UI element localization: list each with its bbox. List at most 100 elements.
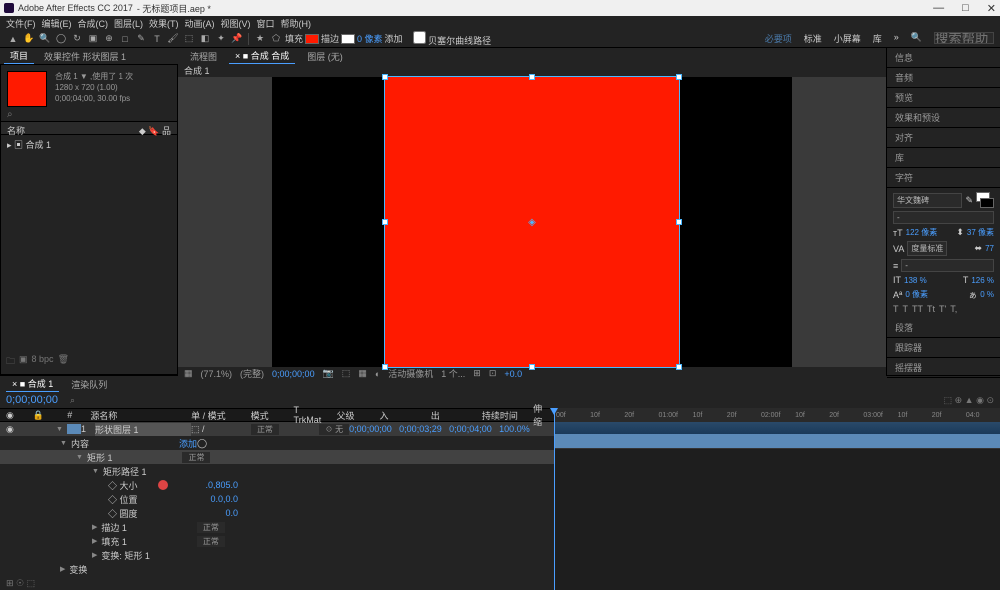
layer-parent[interactable]: ☉ 无 (319, 424, 349, 435)
trash-icon[interactable]: 🗑 (58, 354, 69, 370)
time-ruler[interactable]: 00f10f 20f01:00f 10f20f 02:00f10f 20f03:… (554, 408, 1000, 422)
tab-project[interactable]: 项目 (4, 48, 34, 64)
search-layers-icon[interactable]: ⌕ (70, 395, 75, 406)
col-source[interactable]: 源名称 (90, 409, 181, 422)
text-stroke-swatch[interactable] (980, 198, 994, 208)
new-folder-icon[interactable]: ▣ (19, 354, 28, 370)
all-caps[interactable]: TT (912, 304, 923, 314)
panel-tracker[interactable]: 跟踪器 (887, 338, 1000, 358)
eraser-tool[interactable]: ◧ (198, 32, 212, 46)
rotate-tool[interactable]: ↻ (70, 32, 84, 46)
zoom-tool[interactable]: 🔍 (38, 32, 52, 46)
anchor-tool[interactable]: ⊕ (102, 32, 116, 46)
fill-color-swatch[interactable] (305, 34, 319, 44)
prop-xform[interactable]: ▶变换 (0, 562, 554, 576)
workspace-chevron-icon[interactable]: » (894, 32, 899, 45)
menu-comp[interactable]: 合成(C) (78, 17, 109, 30)
workspace-small[interactable]: 小屏幕 (834, 32, 861, 45)
handle-bm[interactable] (529, 364, 535, 370)
subscript[interactable]: T, (950, 304, 957, 314)
prop-contents[interactable]: ▼内容添加 ◯ (0, 436, 554, 450)
bpc-toggle[interactable]: 8 bpc (32, 354, 54, 370)
prop-rectpath[interactable]: ▼矩形路径 1 (0, 464, 554, 478)
menu-file[interactable]: 文件(F) (6, 17, 36, 30)
pen-tool[interactable]: ✎ (134, 32, 148, 46)
font-size[interactable]: 122 像素 (906, 227, 938, 238)
rect-tool[interactable]: □ (118, 32, 132, 46)
prop-roundness[interactable]: ◇ 圆度0.0 (0, 506, 554, 520)
superscript[interactable]: T' (939, 304, 946, 314)
menu-effect[interactable]: 效果(T) (149, 17, 179, 30)
panel-info[interactable]: 信息 (887, 48, 1000, 68)
eyedropper-icon[interactable]: ✎ (965, 195, 973, 206)
panel-align[interactable]: 对齐 (887, 128, 1000, 148)
leading[interactable]: 37 像素 (967, 227, 994, 238)
toggle-switches-icon[interactable]: ⊞ ☉ ⬚ (6, 578, 35, 589)
prop-size[interactable]: ◇ 大小.0,805.0 (0, 478, 554, 492)
prop-fill[interactable]: ▶填充 1正常 (0, 534, 554, 548)
handle-tl[interactable] (382, 74, 388, 80)
switches-icons[interactable]: ⬚ ⊕ ▲ ◉ ⊙ (944, 395, 994, 406)
faux-bold[interactable]: T (893, 304, 899, 314)
comp-thumbnail[interactable] (7, 71, 47, 107)
clone-tool[interactable]: ⬚ (182, 32, 196, 46)
font-family-dropdown[interactable]: 华文魏碑 (893, 193, 962, 208)
panel-wiggle[interactable]: 摇摆器 (887, 358, 1000, 378)
vscale[interactable]: 138 % (904, 276, 927, 285)
prop-rect1[interactable]: ▼矩形 1正常 (0, 450, 554, 464)
search-help-input[interactable] (934, 32, 994, 44)
panel-effects[interactable]: 效果和预设 (887, 108, 1000, 128)
col-name[interactable]: 名称 (7, 124, 25, 132)
layer-mode[interactable]: 正常 (251, 424, 279, 435)
panel-char[interactable]: 字符 (887, 168, 1000, 188)
faux-italic[interactable]: T (903, 304, 909, 314)
prop-position[interactable]: ◇ 位置0.0,0.0 (0, 492, 554, 506)
composition-viewer[interactable]: ◈ (178, 77, 886, 367)
prop-stroke[interactable]: ▶描边 1正常 (0, 520, 554, 534)
layer-duration-bar[interactable] (554, 434, 1000, 448)
folder-icon[interactable]: 🗀 (6, 354, 15, 370)
baseline[interactable]: 0 像素 (905, 289, 928, 300)
menu-anim[interactable]: 动画(A) (185, 17, 215, 30)
menu-edit[interactable]: 编辑(E) (42, 17, 72, 30)
font-style-dropdown[interactable]: - (893, 211, 994, 224)
tab-flowchart[interactable]: 流程图 (184, 49, 223, 64)
handle-tr[interactable] (676, 74, 682, 80)
menu-window[interactable]: 窗口 (257, 17, 275, 30)
add-label[interactable]: 添加 (385, 32, 403, 45)
text-tool[interactable]: T (150, 32, 164, 46)
graph-editor-area[interactable] (554, 448, 1000, 548)
prop-xform-rect[interactable]: ▶变换: 矩形 1 (0, 548, 554, 562)
bezier-checkbox[interactable] (413, 31, 426, 44)
timeline-tab-render[interactable]: 渲染队列 (65, 377, 113, 392)
tracking[interactable]: 77 (985, 244, 994, 253)
current-timecode[interactable]: 0;00;00;00 (0, 392, 64, 408)
workspace-standard[interactable]: 标准 (804, 32, 822, 45)
red-rectangle-shape[interactable]: ◈ (385, 77, 679, 367)
small-caps[interactable]: Tt (927, 304, 935, 314)
timeline-tab-comp[interactable]: × ■ 合成 1 (6, 376, 59, 392)
workspace-essential[interactable]: 必要项 (765, 32, 792, 45)
stroke-type[interactable]: - (901, 259, 994, 272)
kerning-dropdown[interactable]: 度量标准 (907, 241, 947, 256)
stroke-color-swatch[interactable] (341, 34, 355, 44)
handle-tm[interactable] (529, 74, 535, 80)
tab-effect-controls[interactable]: 效果控件 形状图层 1 (38, 49, 132, 64)
panel-preview[interactable]: 预览 (887, 88, 1000, 108)
panel-audio[interactable]: 音频 (887, 68, 1000, 88)
work-area[interactable] (554, 422, 1000, 434)
brush-tool[interactable]: 🖌 (166, 32, 180, 46)
menu-layer[interactable]: 图层(L) (114, 17, 143, 30)
layer-shape-1[interactable]: ◉ ▼ 1 形状图层 1 ⬚ / 正常 ☉ 无 0;00;00;00 0;00;… (0, 422, 554, 436)
handle-bl[interactable] (382, 364, 388, 370)
shape-icon[interactable]: ⬠ (269, 32, 283, 46)
maximize-button[interactable]: □ (962, 2, 969, 15)
tsume[interactable]: 0 % (980, 290, 994, 299)
selection-tool[interactable]: ▲ (6, 32, 20, 46)
hand-tool[interactable]: ✋ (22, 32, 36, 46)
handle-br[interactable] (676, 364, 682, 370)
orbit-tool[interactable]: ◯ (54, 32, 68, 46)
menu-view[interactable]: 视图(V) (221, 17, 251, 30)
hscale[interactable]: 126 % (971, 276, 994, 285)
project-item-comp[interactable]: ▸ ▣ 合成 1 (7, 137, 171, 152)
